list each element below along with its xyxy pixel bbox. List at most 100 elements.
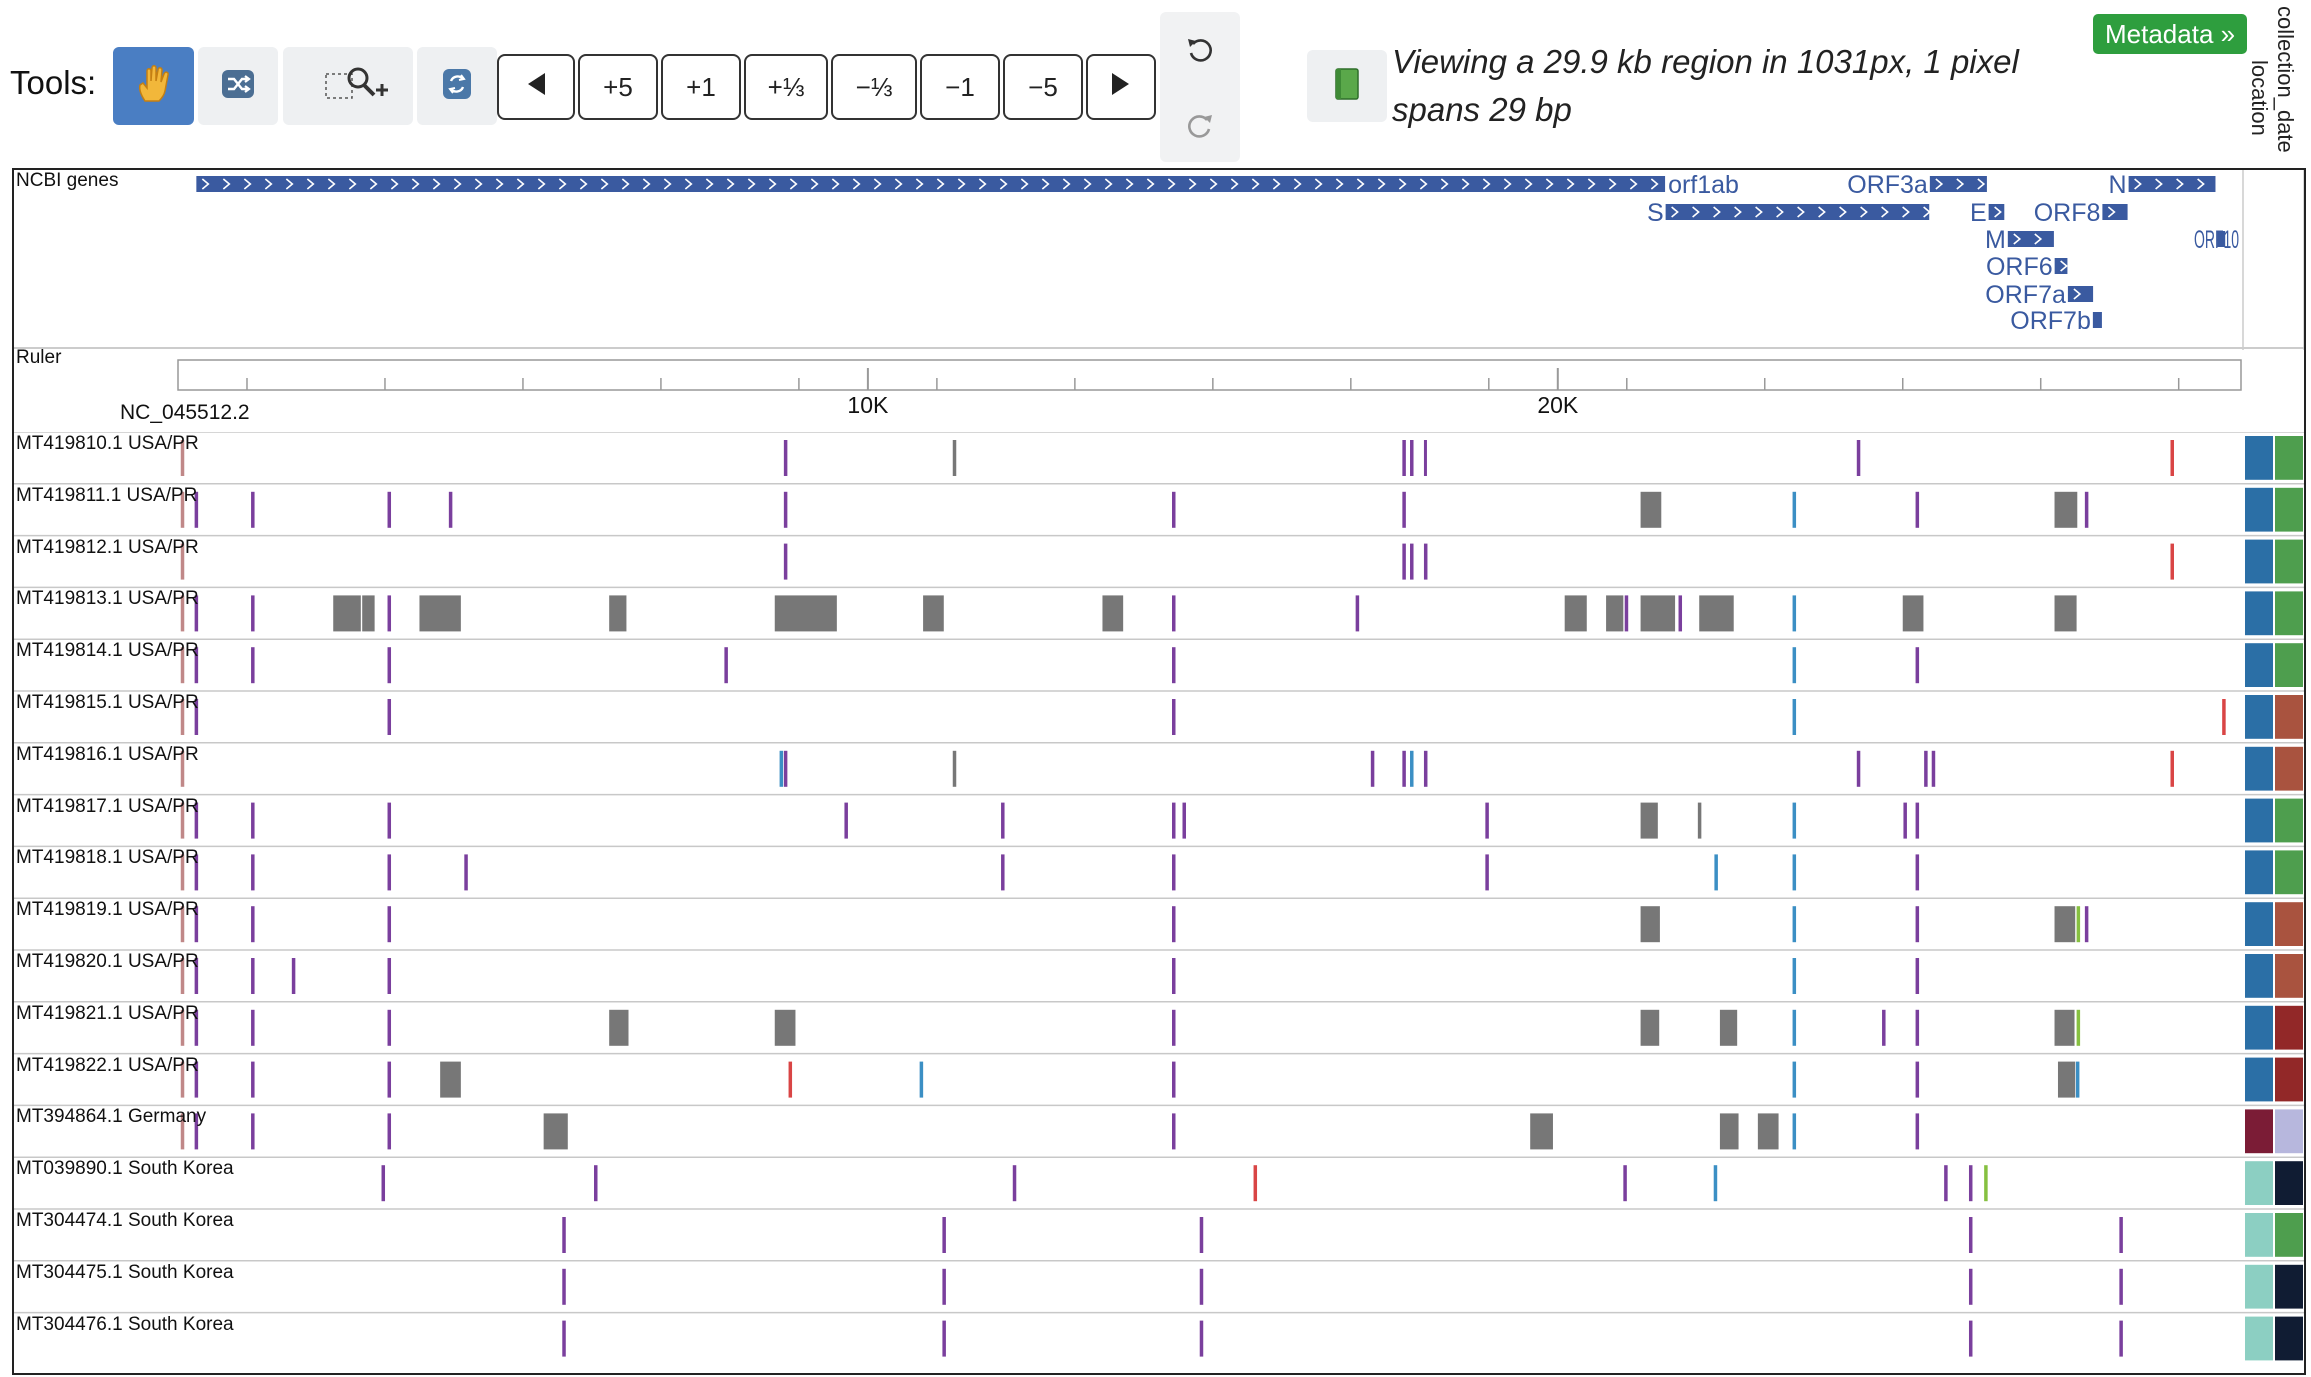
variant-mark[interactable] (251, 491, 255, 528)
undo-button[interactable] (1160, 22, 1240, 82)
variant-mark[interactable] (1640, 802, 1658, 839)
variant-mark[interactable] (1792, 854, 1797, 891)
variant-mark[interactable] (1564, 595, 1587, 632)
gene-orf10[interactable]: ORF10 (2194, 226, 2239, 254)
gene-orf1ab[interactable]: orf1ab (196, 171, 1739, 199)
variant-mark[interactable] (783, 440, 788, 476)
sequence-row[interactable] (14, 483, 2304, 532)
sequence-row[interactable] (14, 586, 2304, 636)
variant-mark[interactable] (1001, 854, 1005, 891)
variant-mark[interactable] (464, 854, 468, 891)
variant-mark[interactable] (419, 595, 461, 632)
variant-mark[interactable] (1792, 491, 1797, 528)
variant-mark[interactable] (1792, 1113, 1797, 1150)
variant-mark[interactable] (609, 1009, 629, 1046)
variant-mark[interactable] (2054, 595, 2077, 632)
variant-mark[interactable] (774, 1009, 796, 1046)
variant-mark[interactable] (387, 1113, 392, 1150)
variant-mark[interactable] (251, 1113, 255, 1150)
sequence-row[interactable] (14, 897, 2304, 946)
sequence-row[interactable] (14, 1052, 2304, 1102)
variant-mark[interactable] (1172, 1113, 1176, 1150)
variant-mark[interactable] (1968, 1217, 1973, 1253)
variant-mark[interactable] (1792, 1009, 1797, 1046)
variant-mark[interactable] (1182, 802, 1186, 839)
variant-mark[interactable] (2054, 1009, 2075, 1046)
variant-mark[interactable] (1410, 440, 1414, 476)
variant-mark[interactable] (1199, 1217, 1204, 1253)
variant-mark[interactable] (923, 595, 944, 632)
variant-mark[interactable] (1402, 491, 1406, 528)
variant-mark[interactable] (844, 802, 848, 839)
variant-mark[interactable] (1699, 595, 1734, 632)
sequence-row[interactable] (14, 1104, 2304, 1154)
variant-mark[interactable] (788, 1061, 793, 1098)
variant-mark[interactable] (1915, 854, 1920, 891)
shuffle-tool-button[interactable] (198, 47, 278, 125)
variant-mark[interactable] (942, 1268, 946, 1305)
zoom-in-third-button[interactable]: +⅓ (744, 54, 828, 120)
variant-mark[interactable] (1172, 1061, 1176, 1098)
variant-mark[interactable] (1719, 1113, 1739, 1150)
variant-mark[interactable] (1606, 595, 1624, 632)
variant-mark[interactable] (1915, 1061, 1920, 1098)
variant-mark[interactable] (1792, 958, 1797, 994)
variant-mark[interactable] (1001, 802, 1005, 839)
variant-mark[interactable] (387, 491, 392, 528)
variant-mark[interactable] (2170, 750, 2174, 787)
variant-mark[interactable] (2170, 543, 2174, 580)
variant-mark[interactable] (1253, 1165, 1258, 1202)
variant-mark[interactable] (942, 1320, 946, 1357)
zoom-out-5-button[interactable]: −5 (1003, 54, 1083, 120)
alignment-viewer[interactable]: orf1ab ORF3a N S E ORF8 M ORF10 ORF6 ORF7a ORF7b N… (12, 168, 2306, 1375)
variant-mark[interactable] (1199, 1320, 1204, 1357)
sequence-row[interactable] (14, 690, 2304, 739)
variant-mark[interactable] (448, 491, 453, 528)
variant-mark[interactable] (1172, 802, 1176, 839)
variant-mark[interactable] (1719, 1009, 1738, 1046)
variant-mark[interactable] (783, 543, 788, 580)
variant-mark[interactable] (291, 958, 296, 994)
redo-button[interactable] (1160, 98, 1240, 158)
metadata-button[interactable]: Metadata » (2093, 14, 2248, 54)
variant-mark[interactable] (1915, 958, 1920, 994)
variant-mark[interactable] (2119, 1217, 2123, 1253)
variant-mark[interactable] (1984, 1165, 1988, 1202)
variant-mark[interactable] (1172, 699, 1176, 735)
gene-orf3a[interactable]: ORF3a (1847, 171, 1987, 199)
variant-mark[interactable] (1924, 750, 1928, 787)
variant-mark[interactable] (1882, 1009, 1886, 1046)
variant-mark[interactable] (1485, 854, 1489, 891)
gene-n[interactable]: N (2109, 171, 2216, 199)
variant-mark[interactable] (1172, 958, 1176, 994)
variant-mark[interactable] (387, 647, 392, 684)
variant-mark[interactable] (1485, 802, 1489, 839)
variant-mark[interactable] (1714, 854, 1718, 891)
gene-e[interactable]: E (1970, 199, 2005, 227)
sequence-row[interactable] (14, 949, 2304, 998)
variant-mark[interactable] (2075, 1061, 2080, 1098)
variant-mark[interactable] (1792, 647, 1797, 684)
gene-orf6[interactable]: ORF6 (1986, 253, 2068, 281)
gene-orf8[interactable]: ORF8 (2034, 199, 2128, 227)
variant-mark[interactable] (1410, 543, 1414, 580)
variant-mark[interactable] (2084, 491, 2089, 528)
variant-mark[interactable] (1697, 802, 1702, 839)
variant-mark[interactable] (942, 1217, 946, 1253)
variant-mark[interactable] (1172, 1009, 1176, 1046)
variant-mark[interactable] (783, 750, 788, 787)
variant-mark[interactable] (1944, 1165, 1948, 1202)
gene-orf7b[interactable]: ORF7b (2010, 307, 2102, 335)
variant-mark[interactable] (952, 440, 957, 476)
variant-mark[interactable] (1792, 906, 1797, 943)
variant-mark[interactable] (774, 595, 837, 632)
variant-mark[interactable] (562, 1320, 566, 1357)
variant-mark[interactable] (387, 906, 392, 943)
variant-mark[interactable] (952, 750, 957, 787)
variant-mark[interactable] (2170, 440, 2174, 476)
gene-m[interactable]: M (1985, 226, 2054, 254)
variant-mark[interactable] (609, 595, 627, 632)
variant-mark[interactable] (1402, 543, 1406, 580)
variant-mark[interactable] (1792, 802, 1797, 839)
variant-mark[interactable] (381, 1165, 386, 1202)
